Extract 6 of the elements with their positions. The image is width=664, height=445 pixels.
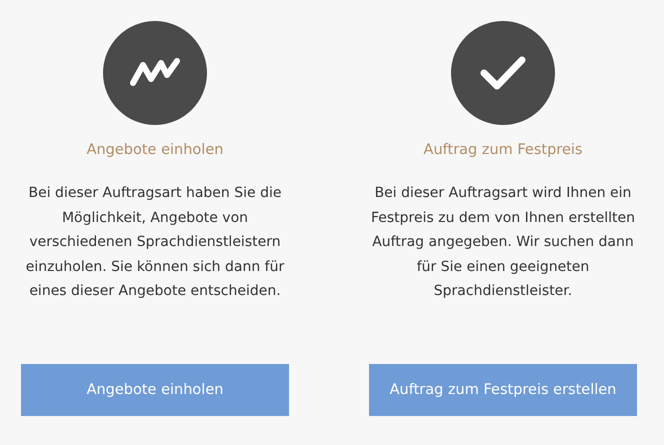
card-title: Angebote einholen — [86, 141, 224, 160]
card-description: Bei dieser Auftragsart wird Ihnen ein Festpreis zu dem von Ihnen erstellten Auftrag angegeben. Wir suchen dann für Sie einen geeigneten Sprachdienstleister. — [370, 184, 636, 301]
action-button[interactable]: Auftrag zum Festpreis erstellen — [369, 364, 637, 416]
action-button[interactable]: Angebote einholen — [21, 364, 289, 416]
card-description: Bei dieser Auftragsart haben Sie die Möglichkeit, Angebote von verschiedenen Sprachdienstleistern einzuholen. Sie können sich dann für eines dieser Angebote entscheiden. — [24, 184, 286, 301]
card-title: Auftrag zum Festpreis — [424, 141, 582, 160]
